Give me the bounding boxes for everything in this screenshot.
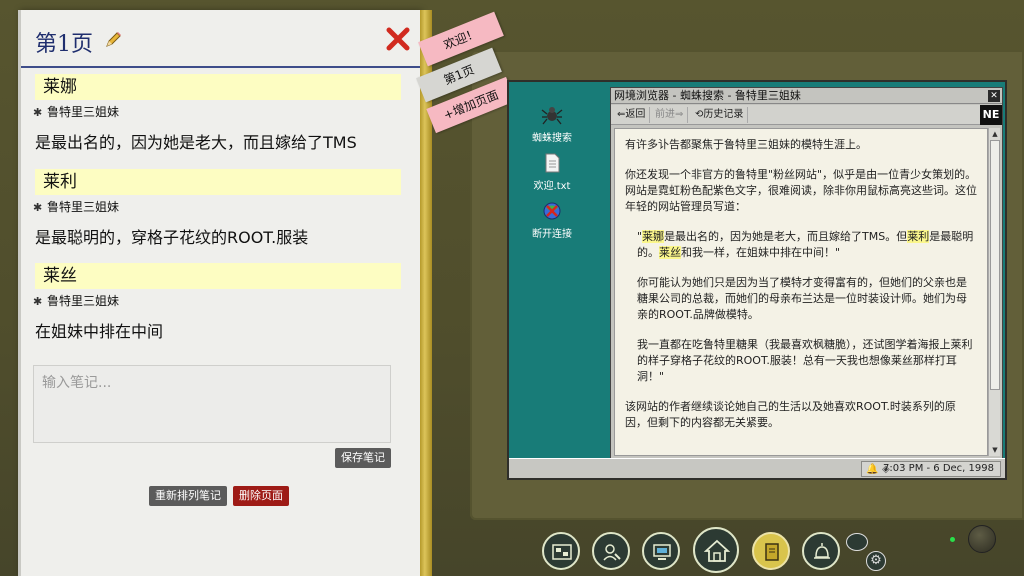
browser-toolbar: ⇐返回 前进⇒ ⟲历史记录 NE xyxy=(611,105,1002,125)
text-file-icon xyxy=(545,153,560,173)
scroll-down-icon[interactable]: ▼ xyxy=(989,444,1001,456)
fan-quote: 我一直都在吃鲁特里糖果（我最喜欢枫糖脆），还试图学着海报上莱利的样子穿格子花纹的… xyxy=(637,338,973,383)
desktop-icon-welcome-txt[interactable]: 欢迎.txt xyxy=(517,152,587,192)
save-note-button[interactable]: 保存笔记 xyxy=(335,448,391,468)
notebook-icon xyxy=(765,543,779,561)
spider-icon: ✱ xyxy=(33,295,43,308)
nav-computer[interactable] xyxy=(642,532,680,570)
close-icon[interactable] xyxy=(385,26,411,52)
entry-note: 在姐妹中排在中间 xyxy=(35,322,164,341)
desktop-icon-disconnect[interactable]: 断开连接 xyxy=(517,200,587,240)
browser-window: 网境浏览器 - 蜘蛛搜索 - 鲁特里三姐妹 ✕ ⇐返回 前进⇒ ⟲历史记录 NE… xyxy=(610,87,1003,459)
home-icon xyxy=(704,539,730,562)
notebook-header: 第1页 xyxy=(21,10,420,68)
page-title: 第1页 xyxy=(35,32,93,57)
scrollbar[interactable]: ▲ ▼ xyxy=(988,128,1000,456)
close-icon[interactable]: ✕ xyxy=(988,90,1000,102)
nav-people[interactable] xyxy=(592,532,630,570)
system-tray: 🔔 ◈ 7:03 PM - 6 Dec, 1998 xyxy=(861,461,1001,477)
corkboard-icon xyxy=(552,544,572,560)
quote-text: 和我一样，在姐妹中排在中间！" xyxy=(681,246,841,259)
entry-tag-label: 鲁特里三姐妹 xyxy=(47,105,120,119)
camera-icon[interactable] xyxy=(846,533,868,551)
browser-title: 网境浏览器 - 蜘蛛搜索 - 鲁特里三姐妹 xyxy=(614,89,801,102)
notebook: 第1页 莱娜 ✱ 鲁特里三姐妹 是最出名的，因为她是老大，而且嫁给了TMS 莱利 … xyxy=(18,10,420,576)
disconnect-icon xyxy=(543,202,561,220)
desktop-icon-label: 断开连接 xyxy=(532,229,572,240)
quote-text: 是最出名的，因为她是老大，而且嫁给了TMS。但 xyxy=(664,230,908,243)
alarm-bell-icon xyxy=(814,543,830,559)
nav-home[interactable] xyxy=(693,527,739,573)
content-paragraph: 该网站的作者继续谈论她自己的生活以及她喜欢ROOT.时装系列的原因，但剩下的内容… xyxy=(625,400,956,429)
reorder-notes-button[interactable]: 重新排列笔记 xyxy=(149,486,227,506)
entry-name[interactable]: 莱娜 xyxy=(35,74,401,100)
entry-tag-label: 鲁特里三姐妹 xyxy=(47,200,120,214)
forward-button[interactable]: 前进⇒ xyxy=(651,107,689,123)
note-input[interactable] xyxy=(33,365,391,443)
spider-icon xyxy=(541,107,563,125)
back-label: 返回 xyxy=(625,109,646,120)
forward-arrow-icon: ⇒ xyxy=(675,109,684,120)
browser-title-bar[interactable]: 网境浏览器 - 蜘蛛搜索 - 鲁特里三姐妹 ✕ xyxy=(611,88,1002,104)
desktop-icon-spider-search[interactable]: 蜘蛛搜索 xyxy=(517,104,587,144)
history-button[interactable]: ⟲历史记录 xyxy=(691,107,749,123)
nav-alarm[interactable] xyxy=(802,532,840,570)
content-paragraph: 你还发现一个非官方的鲁特里"粉丝网站"，似乎是由一位青少女策划的。网站是霓虹粉色… xyxy=(625,168,977,213)
scroll-thumb[interactable] xyxy=(990,140,1000,390)
forward-label: 前进 xyxy=(655,109,675,120)
browser-logo: NE xyxy=(980,105,1002,125)
entry-note: 是最聪明的，穿格子花纹的ROOT.服装 xyxy=(35,228,309,247)
fan-quote: "莱娜是最出名的，因为她是老大，而且嫁给了TMS。但莱利是最聪明的。莱丝和我一样… xyxy=(625,229,977,261)
entry-note: 是最出名的，因为她是老大，而且嫁给了TMS xyxy=(35,133,357,152)
scroll-up-icon[interactable]: ▲ xyxy=(989,128,1001,140)
pencil-icon[interactable] xyxy=(103,30,123,50)
spider-icon: ✱ xyxy=(33,201,43,214)
entry-tag[interactable]: ✱ 鲁特里三姐妹 xyxy=(33,199,119,216)
spider-icon: ✱ xyxy=(33,106,43,119)
entry-name[interactable]: 莱丝 xyxy=(35,263,401,289)
taskbar: 🔔 ◈ 7:03 PM - 6 Dec, 1998 xyxy=(509,458,1005,478)
nav-notebook[interactable] xyxy=(752,532,790,570)
browser-content: 有许多讣告都聚焦于鲁特里三姐妹的模特生涯上。 你还发现一个非官方的鲁特里"粉丝网… xyxy=(614,128,988,456)
person-magnifier-icon xyxy=(603,544,621,561)
power-knob[interactable] xyxy=(968,525,996,553)
entry-tag-label: 鲁特里三姐妹 xyxy=(47,294,120,308)
entry-tag[interactable]: ✱ 鲁特里三姐妹 xyxy=(33,104,119,121)
desktop-icon-label: 欢迎.txt xyxy=(533,181,571,192)
nav-evidence-board[interactable] xyxy=(542,532,580,570)
back-button[interactable]: ⇐返回 xyxy=(613,107,651,123)
content-paragraph: 有许多讣告都聚焦于鲁特里三姐妹的模特生涯上。 xyxy=(625,138,867,151)
desktop-screen: 蜘蛛搜索 欢迎.txt 断开连接 网境浏览器 - 蜘蛛搜索 - 鲁特里三姐妹 ✕… xyxy=(507,80,1007,480)
entry-name[interactable]: 莱利 xyxy=(35,169,401,195)
highlighted-word[interactable]: 莱利 xyxy=(907,230,930,243)
highlighted-word[interactable]: 莱丝 xyxy=(659,246,681,259)
highlighted-word[interactable]: 莱娜 xyxy=(642,230,665,243)
power-led xyxy=(950,537,955,542)
clock: 7:03 PM - 6 Dec, 1998 xyxy=(883,463,994,474)
desktop-icon-label: 蜘蛛搜索 xyxy=(532,133,572,144)
fan-quote: 你可能认为她们只是因为当了模特才变得富有的，但她们的父亲也是糖果公司的总裁，而她… xyxy=(637,276,967,321)
bell-icon[interactable]: 🔔 xyxy=(866,463,878,477)
delete-page-button[interactable]: 删除页面 xyxy=(233,486,289,506)
computer-icon xyxy=(653,544,671,560)
gear-icon[interactable]: ⚙ xyxy=(866,551,886,571)
entry-tag[interactable]: ✱ 鲁特里三姐妹 xyxy=(33,293,119,310)
history-label: 历史记录 xyxy=(703,109,744,120)
